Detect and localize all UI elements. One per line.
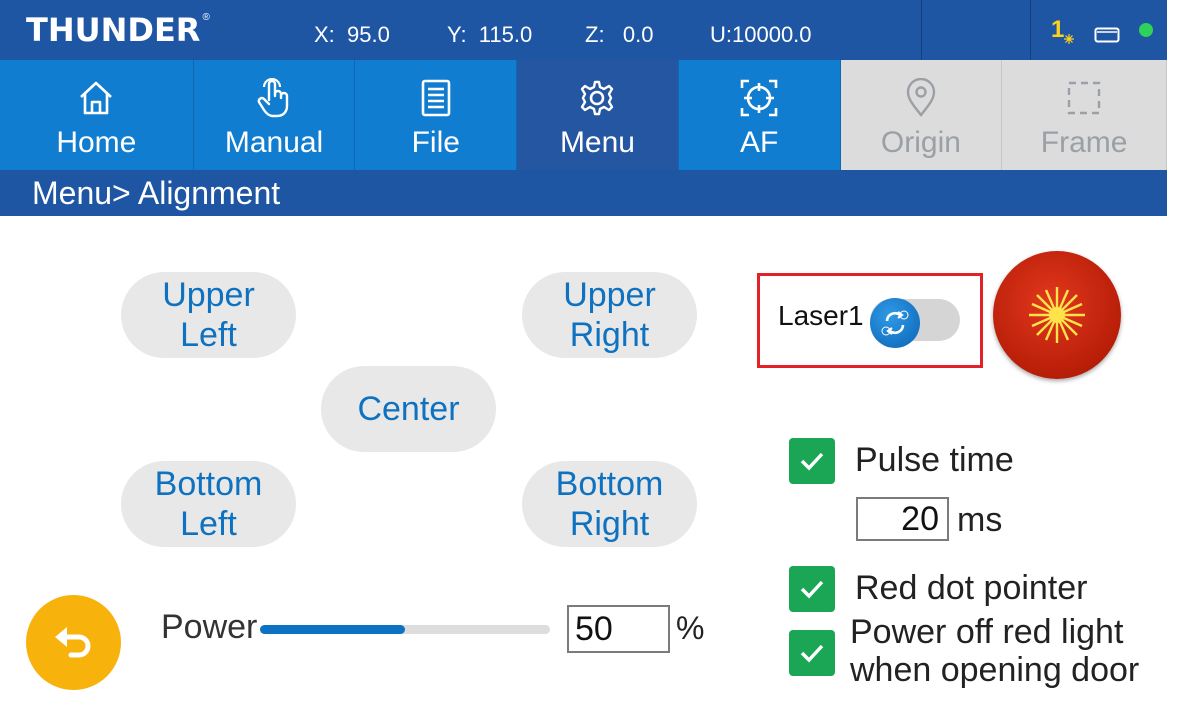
crosshair-icon — [739, 78, 779, 118]
tab-af-label: AF — [740, 126, 779, 159]
laser-fire-button[interactable] — [993, 251, 1121, 379]
u-coordinate: U:10000.0 — [710, 22, 812, 47]
home-icon — [77, 78, 115, 118]
power-input[interactable] — [567, 605, 670, 653]
tab-manual-label: Manual — [224, 126, 324, 159]
status-separator — [1030, 0, 1031, 60]
breadcrumb: Menu> Alignment — [0, 170, 1167, 216]
swap-arrows-icon — [870, 298, 920, 348]
upper-left-label: Upper Left — [162, 276, 255, 354]
tab-file[interactable]: File — [355, 60, 518, 170]
power-label: Power — [161, 608, 258, 646]
tab-manual[interactable]: Manual — [193, 60, 356, 170]
status-bar: THUNDER ® X: 95.0 Y: 115.0 Z: 0.0 U:1000… — [0, 0, 1167, 60]
connection-status-dot — [1139, 23, 1153, 37]
laser-selector: Laser1 — [757, 273, 983, 368]
power-unit: % — [676, 610, 705, 646]
laser-spark-icon — [1064, 34, 1074, 44]
z-coordinate: Z: 0.0 — [585, 22, 654, 47]
checkmark-icon — [800, 580, 824, 599]
file-list-icon — [420, 78, 452, 118]
red-dot-pointer-checkbox[interactable] — [789, 566, 835, 612]
logo-registered-mark: ® — [202, 12, 210, 23]
tab-file-label: File — [411, 126, 460, 159]
location-pin-icon — [905, 78, 937, 118]
center-button[interactable]: Center — [321, 366, 496, 452]
main-tab-bar: Home Manual File Menu AF Origin Frame — [0, 60, 1167, 170]
checkmark-icon — [800, 452, 824, 471]
tab-home-label: Home — [56, 126, 137, 159]
pulse-time-checkbox[interactable] — [789, 438, 835, 484]
tab-origin-label: Origin — [880, 126, 961, 159]
checkmark-icon — [800, 644, 824, 663]
pulse-time-input[interactable] — [856, 497, 949, 541]
laser-starburst-icon — [1029, 287, 1085, 343]
screen-edge — [1167, 0, 1179, 701]
upper-right-label: Upper Right — [563, 276, 656, 354]
bottom-right-button[interactable]: Bottom Right — [522, 461, 697, 547]
bottom-left-label: Bottom Left — [154, 465, 263, 543]
door-power-off-checkbox[interactable] — [789, 630, 835, 676]
active-laser-indicator: 1 — [1051, 16, 1065, 43]
pulse-time-unit: ms — [957, 501, 1003, 539]
tab-origin[interactable]: Origin — [840, 60, 1003, 170]
hand-pointer-icon — [255, 78, 293, 118]
tab-frame-label: Frame — [1040, 126, 1128, 159]
status-separator — [921, 0, 922, 60]
bottom-right-label: Bottom Right — [555, 465, 664, 543]
tab-af[interactable]: AF — [678, 60, 841, 170]
tab-home[interactable]: Home — [0, 60, 194, 170]
center-label: Center — [357, 390, 460, 428]
upper-left-button[interactable]: Upper Left — [121, 272, 296, 358]
tab-frame[interactable]: Frame — [1002, 60, 1167, 170]
undo-arrow-icon — [54, 626, 90, 657]
back-button[interactable] — [26, 595, 121, 690]
laser-switch-toggle[interactable] — [870, 298, 960, 348]
thunder-logo: THUNDER ® — [26, 10, 210, 50]
y-coordinate: Y: 115.0 — [447, 22, 533, 47]
logo-text: THUNDER — [26, 11, 201, 49]
gear-icon — [578, 78, 616, 118]
door-power-off-label: Power off red light when opening door — [850, 613, 1140, 689]
bottom-left-button[interactable]: Bottom Left — [121, 461, 296, 547]
pulse-time-label: Pulse time — [855, 441, 1014, 479]
laser-selector-label: Laser1 — [778, 300, 864, 331]
x-coordinate: X: 95.0 — [314, 22, 390, 47]
power-slider-fill — [260, 625, 405, 634]
dashed-frame-icon — [1066, 78, 1102, 118]
power-slider[interactable] — [260, 625, 550, 634]
storage-card-icon — [1094, 27, 1120, 43]
upper-right-button[interactable]: Upper Right — [522, 272, 697, 358]
tab-menu-label: Menu — [559, 126, 635, 159]
red-dot-pointer-label: Red dot pointer — [855, 569, 1088, 607]
tab-menu[interactable]: Menu — [517, 60, 679, 170]
